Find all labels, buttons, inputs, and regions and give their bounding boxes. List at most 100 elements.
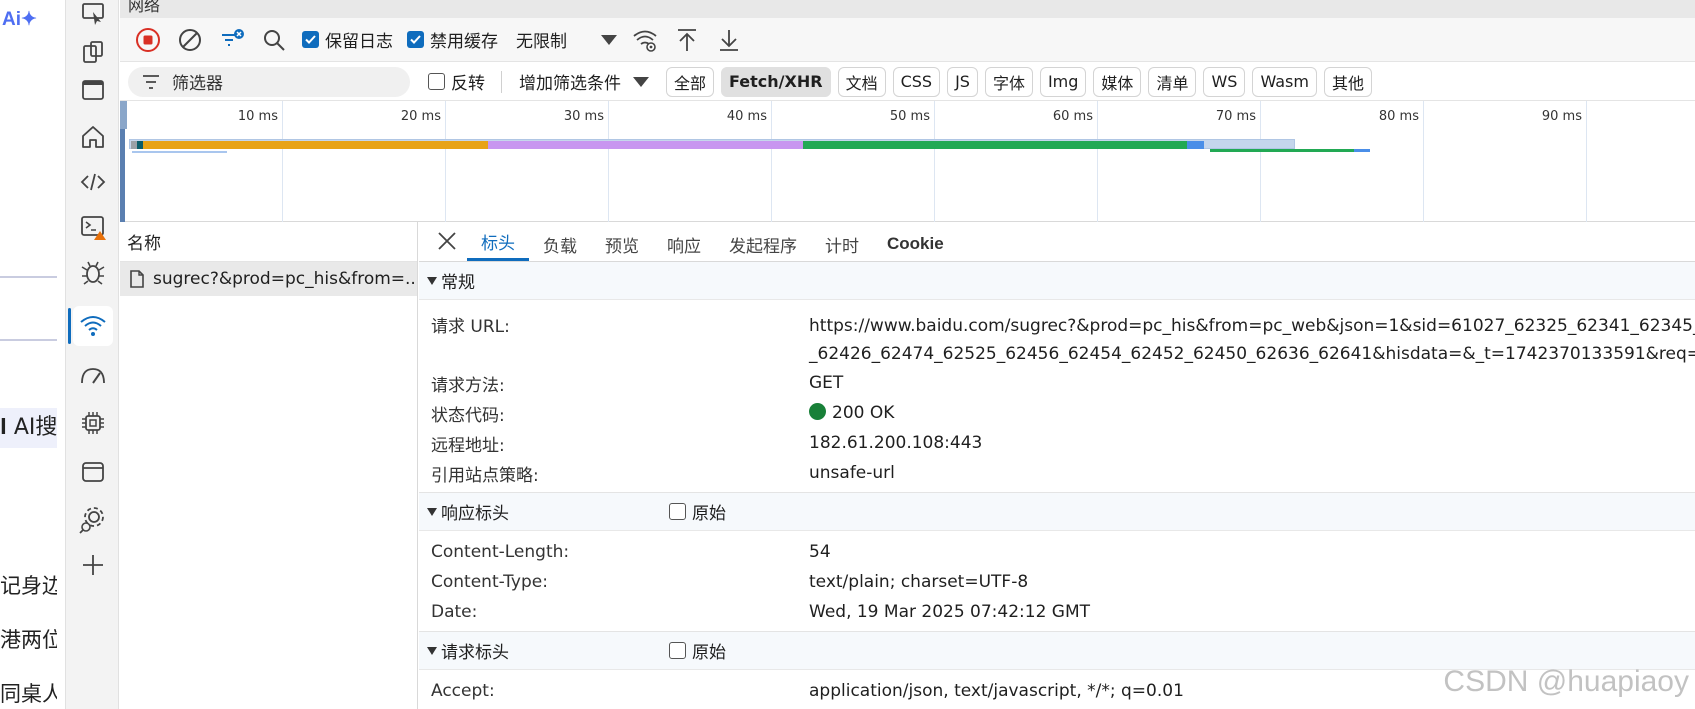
header-value[interactable]: 54 bbox=[809, 542, 831, 562]
type-filter-fetch-xhr[interactable]: Fetch/XHR bbox=[721, 66, 831, 97]
tick-line bbox=[934, 101, 935, 222]
overview-handle-grip[interactable] bbox=[120, 101, 127, 129]
panel-title-bar: 网络 bbox=[120, 0, 1695, 18]
request-method-value[interactable]: GET bbox=[809, 373, 843, 393]
checkbox-box bbox=[669, 503, 686, 520]
type-filter-wasm[interactable]: Wasm bbox=[1252, 66, 1317, 97]
referrer-policy-value[interactable]: unsafe-url bbox=[809, 463, 895, 483]
type-filter-doc[interactable]: 文档 bbox=[837, 66, 886, 97]
header-name: Date: bbox=[431, 602, 478, 622]
header-row: Content-Type: text/plain; charset=UTF-8 bbox=[419, 567, 1695, 597]
response-headers-header[interactable]: 响应标头 原始 bbox=[419, 493, 1695, 531]
divider bbox=[0, 339, 57, 341]
search-button[interactable] bbox=[254, 20, 294, 60]
welcome-button[interactable] bbox=[73, 70, 113, 110]
application-tool-button[interactable] bbox=[73, 452, 113, 492]
network-conditions-button[interactable] bbox=[625, 20, 665, 60]
sources-tool-button[interactable] bbox=[73, 252, 113, 292]
checkbox-box bbox=[669, 642, 686, 659]
ai-search-link[interactable]: 𝐈 AI搜 bbox=[0, 408, 57, 448]
filter-toggle-button[interactable] bbox=[212, 20, 252, 60]
tick-label: 90 ms bbox=[1541, 109, 1582, 124]
clear-button[interactable] bbox=[170, 20, 210, 60]
type-filter-js[interactable]: JS bbox=[947, 66, 978, 97]
tab-preview[interactable]: 预览 bbox=[591, 227, 653, 261]
triangle-down-icon bbox=[427, 646, 437, 655]
settings-tool-button[interactable] bbox=[73, 500, 113, 540]
add-filter-dropdown[interactable]: 增加筛选条件 bbox=[519, 69, 649, 94]
device-emulation-button[interactable] bbox=[73, 32, 113, 72]
plus-icon bbox=[83, 555, 103, 575]
column-header-name[interactable]: 名称 bbox=[120, 222, 417, 262]
disable-cache-checkbox[interactable]: 禁用缓存 bbox=[407, 27, 498, 52]
raw-response-headers-checkbox[interactable]: 原始 bbox=[669, 499, 726, 524]
type-filter-ws[interactable]: WS bbox=[1203, 66, 1246, 97]
type-filter-media[interactable]: 媒体 bbox=[1093, 66, 1142, 97]
memory-tool-button[interactable] bbox=[73, 403, 113, 443]
news-item[interactable]: 记身边 bbox=[0, 570, 57, 600]
tab-headers[interactable]: 标头 bbox=[467, 225, 529, 261]
tick-label: 60 ms bbox=[1052, 109, 1093, 124]
invert-checkbox[interactable]: 反转 bbox=[428, 69, 485, 94]
inspect-element-button[interactable] bbox=[73, 0, 113, 32]
general-section-header[interactable]: 常规 bbox=[419, 262, 1695, 300]
type-filter-font[interactable]: 字体 bbox=[984, 66, 1033, 97]
throttling-select[interactable]: 无限制 bbox=[516, 27, 567, 52]
type-filter-css[interactable]: CSS bbox=[892, 66, 941, 97]
remote-address-value[interactable]: 182.61.200.108:443 bbox=[809, 433, 982, 453]
tab-cookies[interactable]: Cookie bbox=[873, 227, 958, 261]
type-filter-manifest[interactable]: 清单 bbox=[1148, 66, 1197, 97]
add-tool-button[interactable] bbox=[73, 545, 113, 585]
header-name: Content-Length: bbox=[431, 542, 570, 562]
export-har-button[interactable] bbox=[709, 20, 749, 60]
tab-response[interactable]: 响应 bbox=[653, 227, 715, 261]
preserve-log-checkbox[interactable]: 保留日志 bbox=[302, 27, 393, 52]
home-button[interactable] bbox=[73, 117, 113, 157]
remote-address-label: 远程地址: bbox=[431, 435, 505, 456]
request-row[interactable]: sugrec?&prod=pc_his&from=... bbox=[120, 262, 417, 296]
header-value[interactable]: application/json, text/javascript, */*; … bbox=[809, 681, 1184, 701]
type-filter-img[interactable]: Img bbox=[1039, 66, 1087, 97]
elements-tool-button[interactable] bbox=[73, 162, 113, 202]
request-list: 名称 sugrec?&prod=pc_his&from=... bbox=[120, 222, 418, 709]
tab-initiator[interactable]: 发起程序 bbox=[715, 227, 811, 261]
chevron-down-icon bbox=[633, 76, 649, 87]
tick-line bbox=[608, 101, 609, 222]
import-har-button[interactable] bbox=[667, 20, 707, 60]
site-logo[interactable]: Ai✦ bbox=[2, 8, 37, 31]
news-item[interactable]: 同桌人 bbox=[0, 678, 57, 708]
raw-label: 原始 bbox=[692, 504, 726, 524]
checkmark-icon bbox=[302, 31, 319, 48]
bug-icon bbox=[81, 261, 105, 285]
header-value[interactable]: text/plain; charset=UTF-8 bbox=[809, 572, 1028, 592]
header-value[interactable]: Wed, 19 Mar 2025 07:42:12 GMT bbox=[809, 602, 1090, 622]
tab-payload[interactable]: 负载 bbox=[529, 227, 591, 261]
news-item[interactable]: 港两位 bbox=[0, 624, 57, 654]
status-code-row: 状态代码: 200 OK bbox=[419, 398, 1695, 428]
request-url-value[interactable]: https://www.baidu.com/sugrec?&prod=pc_hi… bbox=[809, 312, 1695, 368]
bar-waiting bbox=[488, 141, 803, 149]
bar-start-blue bbox=[132, 151, 227, 153]
network-tool-button[interactable] bbox=[73, 306, 113, 346]
record-button[interactable] bbox=[128, 20, 168, 60]
request-name: sugrec?&prod=pc_his&from=... bbox=[153, 269, 417, 289]
bar-download bbox=[803, 141, 1187, 149]
filter-input[interactable]: 筛选器 bbox=[128, 66, 410, 97]
tick-label: 80 ms bbox=[1378, 109, 1419, 124]
status-code-value[interactable]: 200 OK bbox=[809, 403, 894, 423]
close-details-button[interactable] bbox=[427, 222, 467, 261]
console-tool-button[interactable] bbox=[73, 207, 113, 247]
type-filter-other[interactable]: 其他 bbox=[1323, 66, 1372, 97]
bar-tail-blue bbox=[1354, 149, 1370, 152]
type-filter-all[interactable]: 全部 bbox=[666, 66, 715, 97]
console-warning-icon bbox=[81, 216, 106, 240]
active-tool-indicator bbox=[68, 308, 71, 344]
chevron-down-icon[interactable] bbox=[601, 34, 617, 45]
network-toolbar: 保留日志 禁用缓存 无限制 bbox=[120, 18, 1695, 62]
inspect-icon bbox=[82, 3, 104, 25]
tab-timing[interactable]: 计时 bbox=[811, 227, 873, 261]
performance-tool-button[interactable] bbox=[73, 357, 113, 397]
raw-request-headers-checkbox[interactable]: 原始 bbox=[669, 638, 726, 663]
download-icon bbox=[720, 29, 738, 51]
network-overview-timeline[interactable]: 10 ms 20 ms 30 ms 40 ms 50 ms 60 ms 70 m… bbox=[120, 101, 1695, 222]
